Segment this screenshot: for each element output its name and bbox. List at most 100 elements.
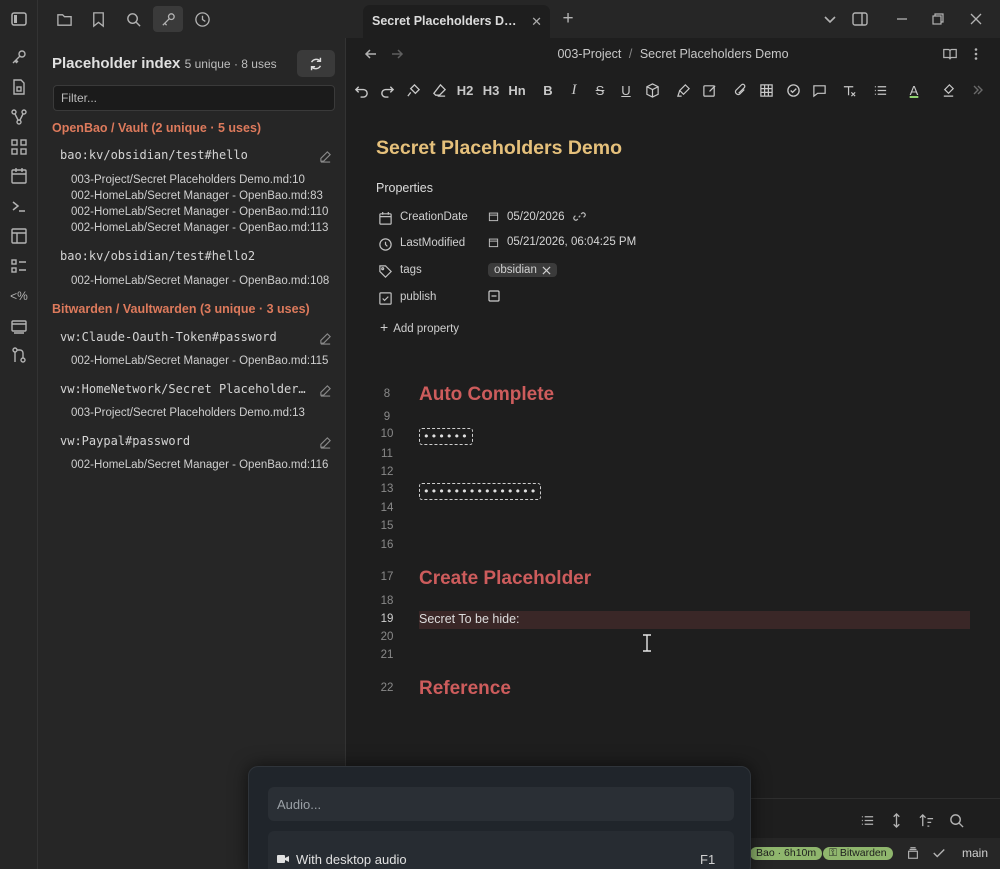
- note-title[interactable]: Secret Placeholders Demo: [376, 137, 622, 160]
- property-datetime[interactable]: 05/21/2026, 06:04:25 PM: [507, 236, 636, 248]
- desktop-audio-label[interactable]: With desktop audio: [296, 852, 407, 867]
- undo-icon[interactable]: [351, 80, 371, 100]
- chevron-down-icon[interactable]: [819, 8, 841, 30]
- checkbox-circle-icon[interactable]: [783, 80, 803, 100]
- property-publish[interactable]: publish: [376, 288, 776, 308]
- clock-icon[interactable]: [189, 6, 215, 32]
- underline-button[interactable]: U: [616, 80, 636, 100]
- git-branch-icon[interactable]: [9, 345, 29, 365]
- comment-icon[interactable]: [809, 80, 829, 100]
- key-icon[interactable]: [9, 47, 29, 67]
- text-format-icon[interactable]: [839, 80, 859, 100]
- property-value[interactable]: 05/20/2026: [488, 210, 586, 223]
- heading3-button[interactable]: H3: [481, 80, 501, 100]
- group-header-bitwarden[interactable]: Bitwarden / Vaultwarden (3 unique · 3 us…: [52, 302, 310, 316]
- highlight-color-icon[interactable]: [938, 80, 958, 100]
- placeholder-key-row[interactable]: bao:kv/obsidian/test#hello: [52, 145, 336, 167]
- add-property-button[interactable]: + Add property: [380, 319, 459, 335]
- placeholder-key-row[interactable]: bao:kv/obsidian/test#hello2: [52, 246, 336, 268]
- properties-heading[interactable]: Properties: [376, 181, 433, 195]
- search-icon[interactable]: [120, 6, 146, 32]
- redo-icon[interactable]: [377, 80, 397, 100]
- openbao-status-badge[interactable]: Bao · 6h10m: [750, 847, 823, 860]
- property-date[interactable]: 05/20/2026: [507, 211, 565, 223]
- placeholder-key[interactable]: vw:HomeNetwork/Secret Placeholders Demo#…: [60, 382, 312, 396]
- table-icon[interactable]: [756, 80, 776, 100]
- window-icon[interactable]: [9, 316, 29, 336]
- new-tab-button[interactable]: +: [557, 8, 579, 30]
- property-lastmodified[interactable]: LastModified 05/21/2026, 06:04:25 PM: [376, 234, 776, 254]
- property-creationdate[interactable]: CreationDate 05/20/2026: [376, 208, 776, 228]
- masked-secret-placeholder[interactable]: •••••••••••••••: [419, 483, 542, 500]
- tag-pill[interactable]: obsidian: [488, 263, 557, 277]
- eraser-icon[interactable]: [429, 80, 449, 100]
- bold-button[interactable]: B: [538, 80, 558, 100]
- edit-icon[interactable]: [318, 435, 332, 449]
- git-branch-label[interactable]: main: [962, 846, 988, 860]
- code-percent-icon[interactable]: <%: [9, 286, 29, 306]
- grid-icon[interactable]: [9, 137, 29, 157]
- bullet-list-icon[interactable]: [870, 80, 890, 100]
- usage-link[interactable]: 003-Project/Secret Placeholders Demo.md:…: [71, 174, 305, 186]
- file-lock-icon[interactable]: [9, 77, 29, 97]
- usage-link[interactable]: 002-HomeLab/Secret Manager - OpenBao.md:…: [71, 222, 328, 234]
- bitwarden-status-badge[interactable]: ⚿ Bitwarden: [823, 847, 893, 860]
- tab-title[interactable]: Secret Placeholders Demo: [372, 14, 522, 28]
- audio-source-input[interactable]: [268, 787, 734, 821]
- checkmark-icon[interactable]: [928, 842, 950, 864]
- heading-n-button[interactable]: Hn: [507, 80, 527, 100]
- heading-auto-complete[interactable]: Auto Complete: [419, 384, 554, 406]
- attachment-icon[interactable]: [730, 80, 750, 100]
- edit-icon[interactable]: [318, 149, 332, 163]
- property-value[interactable]: obsidian: [488, 263, 557, 277]
- graph-icon[interactable]: [9, 107, 29, 127]
- property-key[interactable]: tags: [400, 264, 422, 276]
- close-window-icon[interactable]: [965, 8, 987, 30]
- markdown-editor[interactable]: Secret Placeholders Demo Properties Crea…: [346, 108, 1000, 798]
- heading-reference[interactable]: Reference: [419, 678, 511, 700]
- key-icon[interactable]: [153, 6, 183, 32]
- property-key[interactable]: publish: [400, 291, 436, 303]
- folder-icon[interactable]: [51, 6, 77, 32]
- close-icon[interactable]: ✕: [531, 14, 542, 30]
- group-header-openbao[interactable]: OpenBao / Vault (2 unique · 5 uses): [52, 121, 261, 135]
- tag-label[interactable]: obsidian: [494, 264, 537, 276]
- edit-box-icon[interactable]: [699, 80, 719, 100]
- search-icon[interactable]: [945, 809, 967, 831]
- italic-button[interactable]: I: [564, 80, 584, 100]
- strikethrough-button[interactable]: S: [590, 80, 610, 100]
- sort-icon[interactable]: [915, 809, 937, 831]
- add-property-label[interactable]: Add property: [393, 323, 459, 335]
- filter-input[interactable]: [53, 85, 335, 111]
- usage-link[interactable]: 002-HomeLab/Secret Manager - OpenBao.md:…: [71, 190, 323, 202]
- placeholder-key[interactable]: vw:Claude-Oauth-Token#password: [60, 330, 312, 344]
- expand-vertical-icon[interactable]: [885, 809, 907, 831]
- tab-secret-placeholders-demo[interactable]: Secret Placeholders Demo ✕: [363, 5, 550, 38]
- heading2-button[interactable]: H2: [455, 80, 475, 100]
- calendar-icon[interactable]: [9, 166, 29, 186]
- stack-icon[interactable]: [902, 842, 924, 864]
- placeholder-key[interactable]: bao:kv/obsidian/test#hello: [60, 148, 312, 162]
- text-color-button[interactable]: A: [904, 80, 924, 100]
- minimize-icon[interactable]: [891, 8, 913, 30]
- layout-icon[interactable]: [9, 226, 29, 246]
- placeholder-key[interactable]: bao:kv/obsidian/test#hello2: [60, 249, 312, 263]
- placeholder-key-row[interactable]: vw:Paypal#password: [52, 431, 336, 453]
- heading-create-placeholder[interactable]: Create Placeholder: [419, 568, 591, 590]
- usage-link[interactable]: 002-HomeLab/Secret Manager - OpenBao.md:…: [71, 206, 328, 218]
- desktop-audio-option[interactable]: With desktop audio F1: [268, 831, 734, 869]
- usage-link[interactable]: 002-HomeLab/Secret Manager - OpenBao.md:…: [71, 355, 328, 367]
- more-options-icon[interactable]: [965, 43, 987, 65]
- breadcrumb-folder[interactable]: 003-Project: [557, 47, 621, 61]
- reading-view-icon[interactable]: [939, 43, 961, 65]
- right-sidebar-toggle-icon[interactable]: [849, 8, 871, 30]
- edit-icon[interactable]: [318, 331, 332, 345]
- refresh-button[interactable]: [297, 50, 335, 77]
- list-icon[interactable]: [9, 256, 29, 276]
- edit-icon[interactable]: [318, 383, 332, 397]
- double-chevron-right-icon[interactable]: [968, 80, 988, 100]
- property-key[interactable]: CreationDate: [400, 211, 468, 223]
- property-key[interactable]: LastModified: [400, 237, 465, 249]
- property-tags[interactable]: tags obsidian: [376, 261, 776, 281]
- placeholder-key-row[interactable]: vw:Claude-Oauth-Token#password: [52, 327, 336, 349]
